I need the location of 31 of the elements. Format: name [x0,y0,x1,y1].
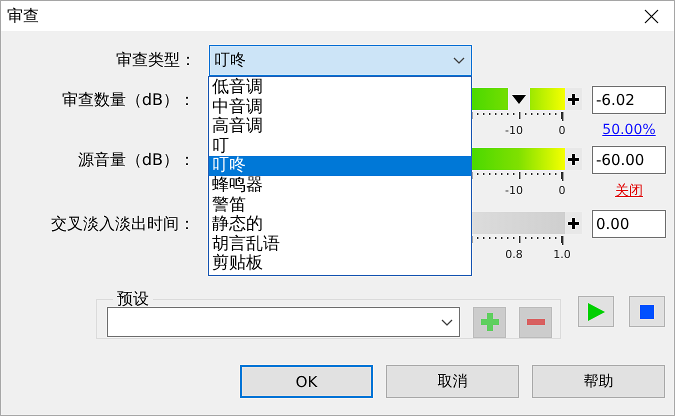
tick-label: 1.0 [553,248,571,261]
group-title: 预设 [116,289,150,310]
dropdown-option[interactable]: 蜂鸣器 [209,176,471,196]
type-dropdown[interactable]: 叮咚 [209,45,472,76]
tick-label: -10 [505,184,523,197]
dialog-button[interactable]: 帮助 [532,365,665,398]
dropdown-option[interactable]: 警笛 [209,196,471,216]
dialog-button[interactable]: OK [240,365,373,398]
dropdown-option[interactable]: 中音调 [209,98,471,118]
dropdown-option[interactable]: 低音调 [209,78,471,98]
tick-label: 0 [558,184,566,197]
dropdown-option[interactable]: 静态的 [209,215,471,235]
dropdown-option[interactable]: 剪贴板 [209,254,471,274]
dialog-button[interactable]: 取消 [386,365,519,398]
value-field[interactable]: 0.00 [592,210,666,238]
field-label: 审查数量（dB）： [60,89,196,110]
window-title: 审查 [7,6,39,26]
percent-link[interactable]: 50.00% [592,122,666,138]
value-field[interactable]: -6.02 [592,86,666,114]
field-label: 审查类型： [115,49,197,71]
field-label: 源音量（dB）： [76,149,196,170]
dropdown-option[interactable]: 胡言乱语 [209,234,471,254]
tick-label: 0.8 [505,248,523,261]
dropdown-option[interactable]: 叮 [209,136,471,156]
field-label: 交叉淡入淡出时间： [50,213,196,234]
status-link[interactable]: 关闭 [592,182,666,200]
tick-label: -10 [505,124,523,137]
dropdown-option[interactable]: 高音调 [209,117,471,137]
tick-label: 0 [558,124,566,137]
value-field[interactable]: -60.00 [592,146,666,174]
dropdown-option[interactable]: 叮咚 [209,156,471,176]
